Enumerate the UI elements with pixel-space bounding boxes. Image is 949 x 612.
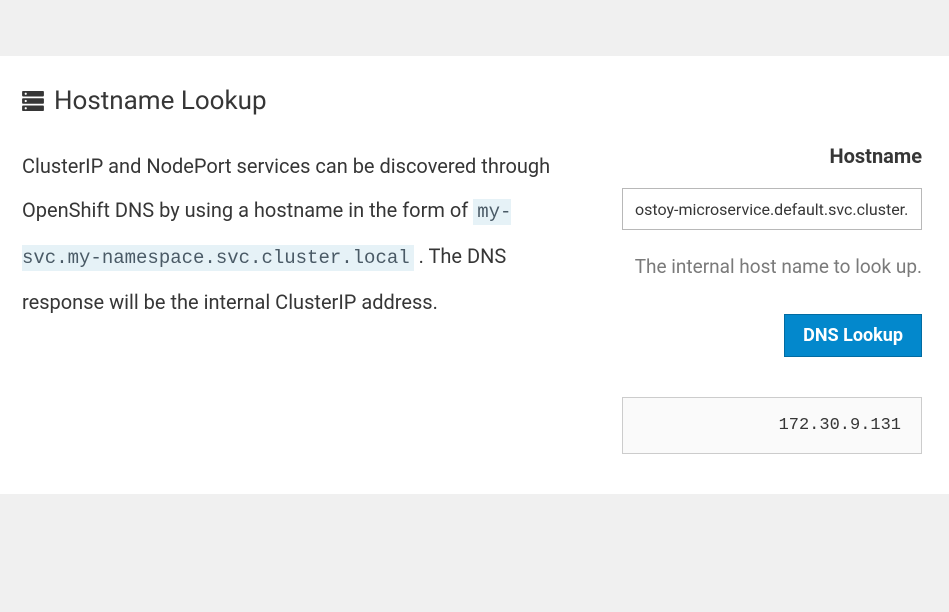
hostname-label: Hostname [830, 144, 923, 168]
card-header: Hostname Lookup [22, 86, 927, 116]
content-row: ClusterIP and NodePort services can be d… [22, 144, 927, 454]
hostname-input[interactable] [622, 188, 922, 230]
dns-lookup-button[interactable]: DNS Lookup [784, 314, 922, 357]
lookup-form: Hostname The internal host name to look … [622, 144, 922, 454]
description-text: ClusterIP and NodePort services can be d… [22, 144, 582, 454]
hostname-help-text: The internal host name to look up. [622, 246, 922, 288]
server-icon [22, 91, 44, 111]
hostname-lookup-card: Hostname Lookup ClusterIP and NodePort s… [0, 56, 949, 494]
description-part1: ClusterIP and NodePort services can be d… [22, 154, 550, 222]
page-title: Hostname Lookup [54, 86, 267, 116]
dns-result: 172.30.9.131 [622, 397, 922, 454]
